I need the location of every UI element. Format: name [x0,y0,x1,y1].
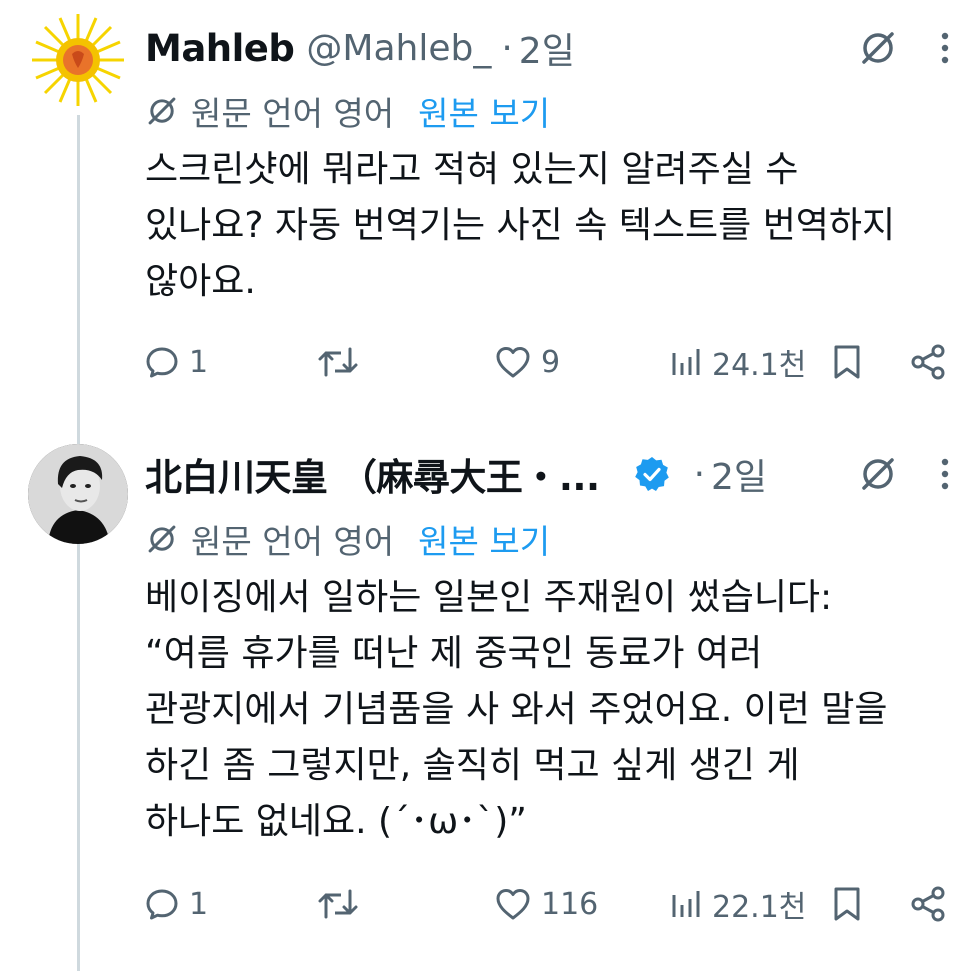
share-icon [911,344,945,380]
header-actions [858,18,950,78]
translation-language-label: 원문 언어 영어 [191,94,395,133]
display-name[interactable]: Mahleb [145,27,295,70]
retweet-button[interactable] [317,337,369,387]
tweet-text: 스크린샷에 뭐라고 적혀 있는지 알려주실 수 있나요? 자동 번역기는 사진 … [145,149,896,302]
portrait-avatar-image [28,444,128,544]
retweet-icon [318,889,358,919]
like-icon [496,347,530,378]
tweet-header: 北白川天皇 （麻尋大王・... · 2일 [145,444,767,504]
separator-dot: · [693,453,706,495]
show-original-link[interactable]: 원본 보기 [418,515,550,563]
header-actions [858,444,950,504]
retweet-button[interactable] [317,879,369,929]
tweet[interactable]: Mahleb @Mahleb_ · 2일 원문 언어 영어 원본 보기 스크린샷… [0,0,980,430]
bookmark-icon [834,887,860,921]
avatar[interactable] [28,10,128,110]
tweet-header: Mahleb @Mahleb_ · 2일 [145,18,575,78]
views-icon [672,349,700,375]
like-button[interactable]: 9 [495,337,560,387]
grok-icon[interactable] [858,28,898,68]
like-count: 116 [541,886,599,922]
tweet-text: 베이징에서 일하는 일본인 주재원이 썼습니다: “여름 휴가를 떠난 제 중국… [145,577,888,842]
bookmark-button[interactable] [832,879,862,929]
retweet-icon [318,347,358,377]
share-button[interactable] [910,879,946,929]
like-count: 9 [541,344,561,380]
more-icon[interactable] [940,457,950,491]
verified-icon [634,457,669,491]
display-name[interactable]: 北白川天皇 （麻尋大王・... [145,447,600,501]
user-handle[interactable]: @Mahleb_ [306,28,491,69]
reply-button[interactable]: 1 [145,337,208,387]
sun-avatar-image [32,14,124,106]
separator-dot: · [501,27,513,69]
reply-count: 1 [189,344,209,380]
view-count: 24.1천 [712,348,807,383]
views-icon [672,891,700,917]
translation-language-label: 원문 언어 영어 [191,522,395,561]
views-button[interactable]: 24.1천 [670,337,806,387]
translate-icon [148,97,176,125]
tweet[interactable]: 北白川天皇 （麻尋大王・... · 2일 원문 언어 영어 원본 보기 베이징에… [0,430,980,971]
bookmark-button[interactable] [832,337,862,387]
more-icon[interactable] [940,31,950,65]
like-button[interactable]: 116 [495,879,598,929]
reply-icon [146,347,178,378]
translation-bar: 원문 언어 영어 원본 보기 [145,86,550,136]
timestamp[interactable]: 2일 [711,448,767,500]
timestamp[interactable]: 2일 [519,22,575,74]
reply-count: 1 [189,886,209,922]
action-bar: 1 9 24.1천 [145,337,950,387]
reply-icon [146,889,178,920]
share-button[interactable] [910,337,946,387]
views-button[interactable]: 22.1천 [670,879,806,929]
view-count: 22.1천 [712,890,807,925]
grok-icon[interactable] [858,454,898,494]
avatar[interactable] [28,444,128,544]
like-icon [496,889,530,920]
action-bar: 1 116 22.1천 [145,879,950,929]
reply-button[interactable]: 1 [145,879,208,929]
translation-bar: 원문 언어 영어 원본 보기 [145,514,550,564]
translate-icon [148,525,176,553]
bookmark-icon [834,345,860,379]
share-icon [911,886,945,922]
show-original-link[interactable]: 원본 보기 [418,87,550,135]
